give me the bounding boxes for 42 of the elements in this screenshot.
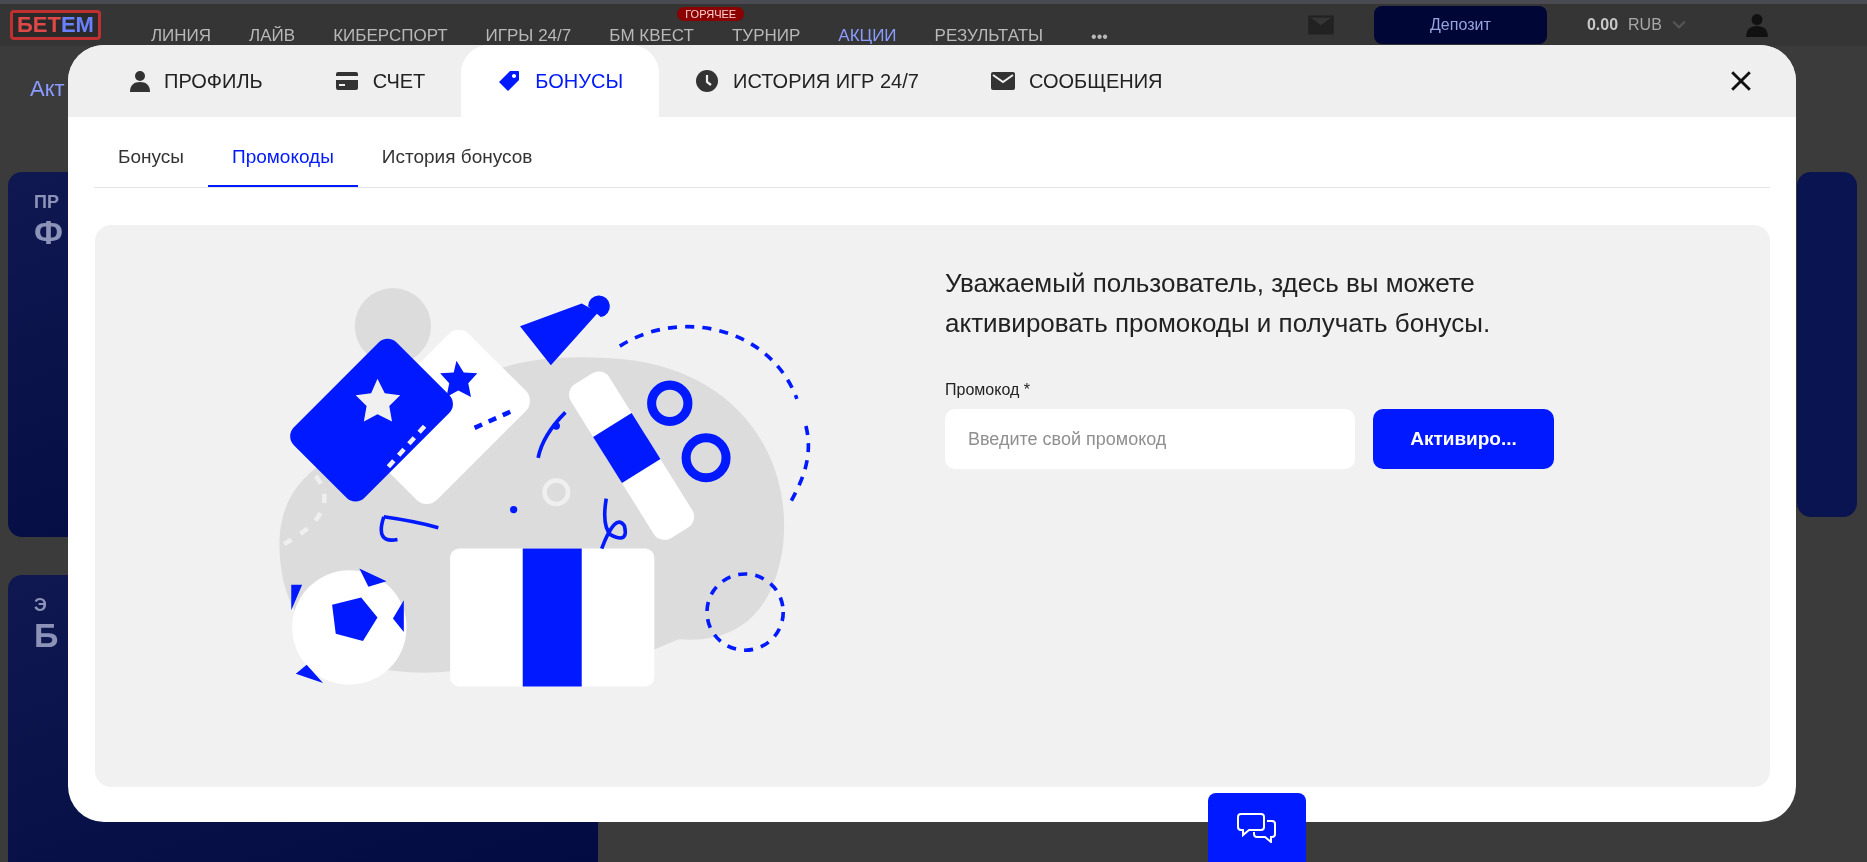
card-title: ПР bbox=[34, 192, 60, 213]
subtab[interactable]: Промокоды bbox=[208, 117, 358, 187]
nav-link[interactable]: РЕЗУЛЬТАТЫ bbox=[934, 26, 1044, 45]
chat-icon bbox=[1237, 811, 1277, 843]
page-heading: Акт bbox=[30, 76, 65, 103]
card-title: Э bbox=[34, 595, 48, 616]
currency: RUB bbox=[1628, 16, 1662, 34]
card-title: Б bbox=[34, 616, 60, 655]
nav-link[interactable]: ТУРНИР bbox=[731, 26, 801, 45]
tag-icon bbox=[497, 69, 522, 93]
balance: 0.00 bbox=[1586, 16, 1619, 34]
deposit-button[interactable]: Депозит bbox=[1373, 6, 1547, 44]
more-menu[interactable]: ••• bbox=[1091, 28, 1108, 46]
user-icon bbox=[130, 70, 150, 92]
tab[interactable]: СЧЕТ bbox=[298, 45, 462, 117]
card-title: Ф bbox=[34, 213, 65, 252]
nav-link[interactable]: БМ КВЕСТ bbox=[609, 26, 694, 45]
activate-button[interactable]: Активиро... bbox=[1373, 409, 1554, 469]
tab[interactable]: ИСТОРИЯ ИГР 24/7 bbox=[659, 45, 955, 117]
hot-badge: ГОРЯЧЕЕ bbox=[677, 7, 745, 21]
tab[interactable]: БОНУСЫ bbox=[461, 45, 660, 117]
field-label: Промокод * bbox=[945, 381, 1031, 399]
nav-link[interactable]: ИГРЫ 24/7 bbox=[485, 26, 572, 45]
nav-link[interactable]: ЛИНИЯ bbox=[150, 26, 212, 45]
close-icon bbox=[1730, 70, 1752, 92]
mail-icon bbox=[990, 72, 1015, 90]
subtab[interactable]: История бонусов bbox=[357, 117, 557, 187]
tab[interactable]: СООБЩЕНИЯ bbox=[954, 45, 1199, 117]
promo-card[interactable] bbox=[1797, 172, 1857, 517]
nav-link[interactable]: АКЦИИ bbox=[838, 26, 897, 45]
description-text: Уважаемый пользователь, здесь вы можете активировать промокоды и получать бонусы. bbox=[945, 267, 1492, 340]
subtab[interactable]: Бонусы bbox=[94, 117, 208, 187]
chevron-icon[interactable] bbox=[1671, 20, 1686, 30]
user-icon[interactable] bbox=[1745, 13, 1768, 37]
logo[interactable]: БЕТЕМ bbox=[10, 10, 101, 40]
nav-link[interactable]: КИБЕРСПОРТ bbox=[333, 26, 448, 45]
chat-button[interactable] bbox=[1208, 793, 1306, 862]
credit-card-icon bbox=[334, 71, 359, 91]
nav-link[interactable]: ЛАЙВ bbox=[249, 26, 296, 45]
tab[interactable]: ПРОФИЛЬ bbox=[94, 45, 299, 117]
promo-code-field[interactable]: Введите свой промокод bbox=[945, 409, 1355, 469]
clock-icon bbox=[695, 69, 720, 93]
